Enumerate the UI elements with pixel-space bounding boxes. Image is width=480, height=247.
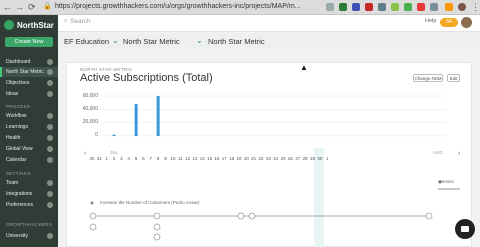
legend: Version [439, 179, 455, 184]
chart-svg [89, 95, 460, 241]
timeline-node[interactable] [89, 212, 97, 220]
chat-button[interactable] [455, 219, 475, 239]
timeline-node[interactable] [89, 223, 97, 231]
x-tick-label: 1 [325, 156, 329, 161]
timeline-node[interactable] [153, 233, 161, 241]
timeline-node[interactable] [153, 223, 161, 231]
timeline-label: Increase the Number of Customers (Pedro … [100, 200, 200, 205]
bar[interactable] [134, 104, 138, 136]
timeline-marker [90, 201, 94, 205]
timeline-node[interactable] [153, 212, 161, 220]
timeline-node[interactable] [425, 212, 433, 220]
bar[interactable] [156, 96, 160, 136]
bar[interactable] [112, 134, 116, 136]
chat-icon [461, 226, 469, 232]
mouse-cursor: ▲ [300, 63, 308, 72]
timeline-node[interactable] [237, 212, 245, 220]
timeline-node[interactable] [248, 212, 256, 220]
